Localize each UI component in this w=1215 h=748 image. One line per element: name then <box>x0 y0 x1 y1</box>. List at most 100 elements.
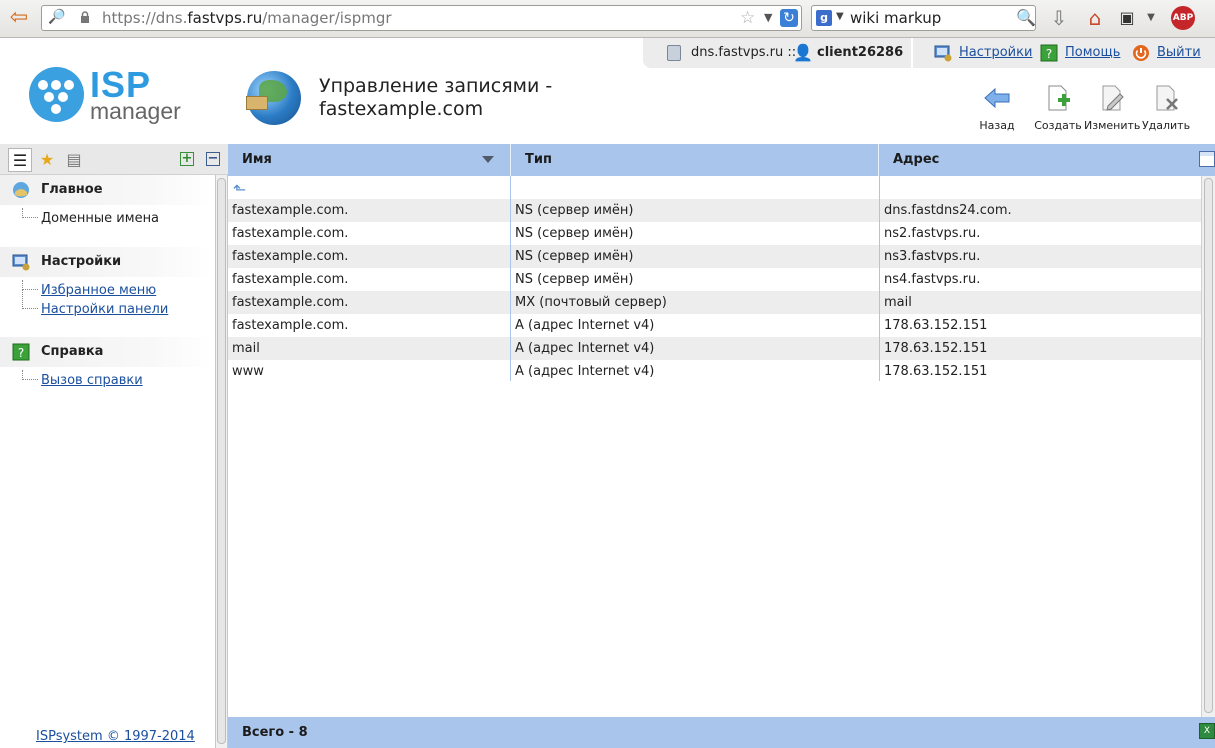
home-icon[interactable]: ⌂ <box>1081 4 1109 32</box>
table-row[interactable]: fastexample.com. A (адрес Internet v4) 178… <box>228 314 1201 337</box>
page-title-line1: Управление записями - <box>319 75 553 97</box>
logout-icon <box>1133 45 1149 61</box>
cell-type: A (адрес Internet v4) <box>515 341 655 356</box>
tab-menu-list-icon[interactable]: ☰ <box>8 148 32 172</box>
export-excel-icon[interactable]: X <box>1199 723 1215 739</box>
address-bar[interactable]: 🔎 https://dns.fastvps.ru/manager/ispmgr … <box>41 5 802 31</box>
sidebar-item-panel-settings[interactable]: Настройки панели <box>41 302 168 317</box>
column-divider <box>510 176 511 381</box>
sidebar-scrollbar-thumb[interactable] <box>217 178 226 744</box>
tab-clipboard-icon[interactable]: ▤ <box>62 148 86 172</box>
help-link[interactable]: Помощь <box>1065 45 1120 60</box>
downloads-icon[interactable]: ⇩ <box>1046 4 1072 32</box>
sidebar-item-call-help[interactable]: Вызов справки <box>41 373 143 388</box>
browser-toolbar: ⇦ 🔎 https://dns.fastvps.ru/manager/ispmg… <box>0 0 1215 38</box>
sidebar-section-main[interactable]: Главное <box>0 175 215 205</box>
bookmark-star-icon[interactable]: ☆ <box>740 8 755 28</box>
cell-type: NS (сервер имён) <box>515 203 634 218</box>
table-row[interactable]: fastexample.com. NS (сервер имён) ns3.fast… <box>228 245 1201 268</box>
table-scrollbar-thumb[interactable] <box>1204 178 1213 713</box>
column-header-type[interactable]: Тип <box>525 152 552 167</box>
cell-address: mail <box>884 295 912 310</box>
top-links: Настройки ? Помощь Выйти <box>913 38 1215 68</box>
create-label: Создать <box>1034 119 1082 132</box>
settings-monitor-icon <box>12 254 30 271</box>
table-row[interactable]: fastexample.com. NS (сервер имён) ns4.fast… <box>228 268 1201 291</box>
sidebar: ☰ ★ ▤ + − Главное Доменные имена Настрой… <box>0 144 228 748</box>
table-header: Имя Тип Адрес <box>228 144 1215 176</box>
cell-name: fastexample.com. <box>232 226 349 241</box>
table-scrollbar[interactable] <box>1201 176 1215 717</box>
svg-text:?: ? <box>18 346 24 360</box>
site-identity-icon[interactable]: 🔎 <box>48 9 65 25</box>
column-header-name[interactable]: Имя <box>242 152 272 167</box>
reload-icon[interactable]: ↻ <box>780 9 798 27</box>
browser-search-input[interactable]: g ▼ wiki markup 🔍 <box>811 5 1036 31</box>
table-footer: Всего - 8 X <box>228 717 1215 748</box>
expand-all-icon[interactable]: + <box>180 152 194 166</box>
records-table: ⬑ fastexample.com. NS (сервер имён) dns.fa… <box>228 176 1201 717</box>
sidebar-scrollbar[interactable] <box>215 175 228 748</box>
tree-connector <box>22 290 38 309</box>
browser-back-icon[interactable]: ⇦ <box>6 6 32 32</box>
column-settings-icon[interactable] <box>1199 151 1215 167</box>
url-text[interactable]: https://dns.fastvps.ru/manager/ispmgr <box>102 9 392 27</box>
back-label: Назад <box>979 119 1015 132</box>
table-row[interactable]: fastexample.com. NS (сервер имён) ns2.fast… <box>228 222 1201 245</box>
copyright-link[interactable]: ISPsystem © 1997-2014 <box>36 729 195 744</box>
cell-name: fastexample.com. <box>232 295 349 310</box>
delete-button[interactable]: Удалить <box>1138 84 1194 132</box>
tree-connector <box>22 280 38 290</box>
column-separator[interactable] <box>510 144 511 176</box>
search-engine-dropdown-icon[interactable]: ▼ <box>836 11 844 22</box>
cell-type: NS (сервер имён) <box>515 249 634 264</box>
sidebar-section-help[interactable]: ? Справка <box>0 337 215 367</box>
create-document-icon <box>1048 85 1070 111</box>
sidebar-item-domain-names[interactable]: Доменные имена <box>41 211 159 226</box>
sidebar-tabs: ☰ ★ ▤ + − <box>0 144 228 175</box>
cell-name: fastexample.com. <box>232 272 349 287</box>
extension-dropdown-icon[interactable]: ▼ <box>1144 4 1158 32</box>
sort-descending-icon[interactable] <box>482 156 494 163</box>
logout-link[interactable]: Выйти <box>1157 45 1201 60</box>
delete-label: Удалить <box>1141 119 1191 132</box>
extension-icon[interactable]: ▣ <box>1116 4 1138 32</box>
table-row[interactable]: www A (адрес Internet v4) 178.63.152.151 <box>228 360 1201 383</box>
adblock-icon[interactable]: ABP <box>1171 6 1195 30</box>
cell-name: www <box>232 364 264 379</box>
cell-type: MX (почтовый сервер) <box>515 295 667 310</box>
collapse-all-icon[interactable]: − <box>206 152 220 166</box>
back-button[interactable]: Назад <box>969 84 1025 132</box>
sidebar-section-settings[interactable]: Настройки <box>0 247 215 277</box>
url-history-dropdown-icon[interactable]: ▼ <box>764 11 772 24</box>
table-row[interactable]: fastexample.com. NS (сервер имён) dns.fast… <box>228 199 1201 222</box>
create-button[interactable]: Создать <box>1030 84 1086 132</box>
server-name: dns.fastvps.ru :: <box>691 45 797 60</box>
settings-icon <box>934 45 952 62</box>
tab-favorites-star-icon[interactable]: ★ <box>35 148 59 172</box>
edit-document-icon <box>1102 85 1124 111</box>
cell-name: fastexample.com. <box>232 249 349 264</box>
search-icon[interactable]: 🔍 <box>1016 8 1036 27</box>
level-up-icon[interactable]: ⬑ <box>233 180 246 199</box>
column-separator[interactable] <box>878 144 879 176</box>
cell-type: NS (сервер имён) <box>515 272 634 287</box>
settings-link[interactable]: Настройки <box>959 45 1032 60</box>
table-row[interactable]: fastexample.com. MX (почтовый сервер) mail <box>228 291 1201 314</box>
edit-button[interactable]: Изменить <box>1084 84 1140 132</box>
delete-document-icon <box>1156 85 1178 111</box>
cell-name: mail <box>232 341 260 356</box>
cell-address: ns4.fastvps.ru. <box>884 272 981 287</box>
cell-name: fastexample.com. <box>232 318 349 333</box>
column-header-address[interactable]: Адрес <box>893 152 939 167</box>
table-row[interactable]: mail A (адрес Internet v4) 178.63.152.151 <box>228 337 1201 360</box>
google-search-icon[interactable]: g <box>816 10 832 26</box>
cell-address: 178.63.152.151 <box>884 364 988 379</box>
ispmanager-logo-icon <box>29 67 84 122</box>
total-count: Всего - 8 <box>242 725 308 740</box>
column-divider <box>879 176 880 381</box>
sidebar-item-favorite-menu[interactable]: Избранное меню <box>41 283 156 298</box>
cell-address: ns3.fastvps.ru. <box>884 249 981 264</box>
search-input-value[interactable]: wiki markup <box>850 9 941 27</box>
user-name: client26286 <box>817 45 904 60</box>
